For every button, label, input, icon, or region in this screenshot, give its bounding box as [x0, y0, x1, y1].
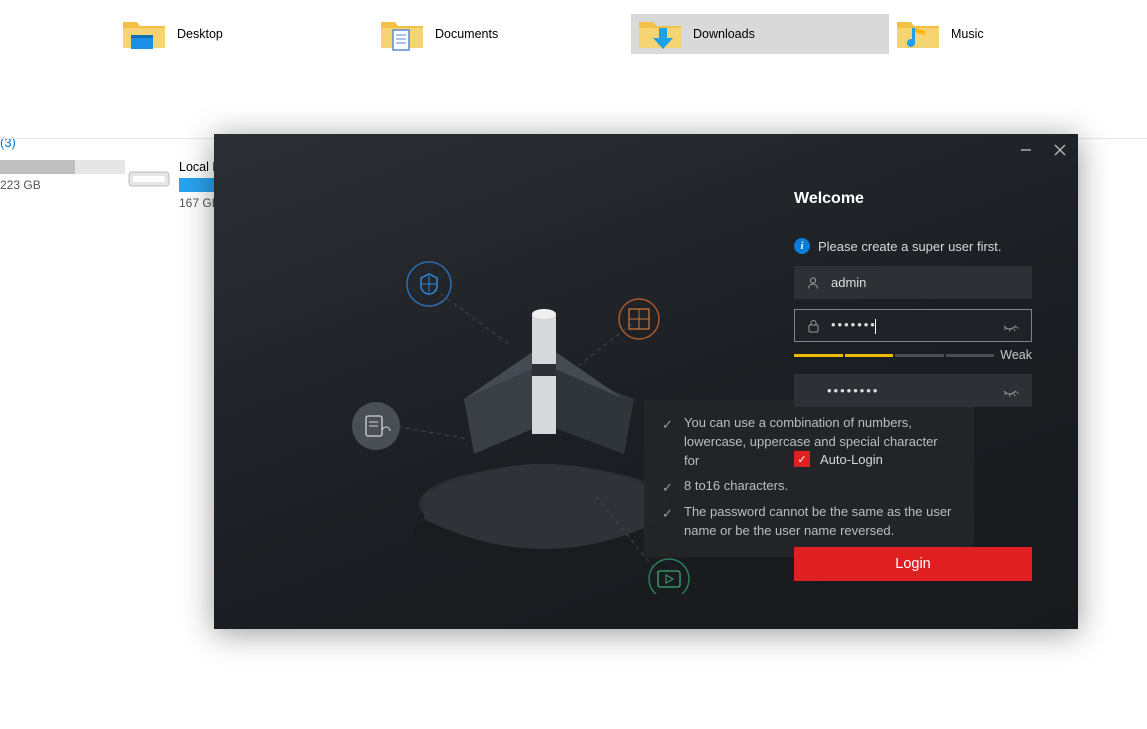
password-field[interactable]: •••••••	[794, 309, 1032, 342]
username-field[interactable]	[794, 266, 1032, 299]
show-password-icon[interactable]	[1003, 385, 1021, 397]
folder-icon	[379, 16, 425, 52]
quick-access-folders: Desktop Documents Downloads Music	[0, 0, 1147, 74]
confirm-password-input[interactable]	[827, 383, 1003, 398]
folder-music[interactable]: Music	[889, 14, 1147, 54]
info-icon: i	[794, 238, 810, 254]
tip-text: 8 to16 characters.	[684, 477, 788, 498]
show-password-icon[interactable]	[1003, 320, 1021, 332]
lock-icon	[805, 319, 821, 333]
close-button[interactable]	[1050, 140, 1070, 160]
folder-downloads[interactable]: Downloads	[631, 14, 889, 54]
username-input[interactable]	[831, 275, 1021, 290]
strength-bar	[794, 354, 994, 357]
user-icon	[805, 276, 821, 290]
drive-a[interactable]: 223 GB	[0, 160, 125, 210]
info-message: i Please create a super user first.	[794, 238, 1036, 254]
folder-label: Desktop	[177, 27, 223, 41]
password-input[interactable]: •••••••	[831, 317, 1003, 333]
drive-usage-bar	[0, 160, 125, 174]
check-icon: ✓	[662, 503, 684, 541]
login-form: Welcome i Please create a super user fir…	[794, 190, 1036, 581]
password-strength: Weak	[794, 348, 1032, 362]
auto-login-checkbox[interactable]: ✓ Auto-Login	[794, 451, 1036, 467]
drive-free-text: 223 GB	[0, 178, 125, 192]
check-icon: ✓	[662, 477, 684, 498]
folder-icon	[121, 16, 167, 52]
hdd-icon	[125, 162, 173, 192]
folder-icon	[895, 16, 941, 52]
folder-label: Downloads	[693, 27, 755, 41]
folder-icon	[637, 16, 683, 52]
minimize-button[interactable]	[1016, 140, 1036, 160]
drives-row: 223 GB Local D 167 GB	[0, 160, 229, 210]
folder-documents[interactable]: Documents	[373, 14, 631, 54]
dialog-title: Welcome	[794, 190, 1036, 208]
folder-desktop[interactable]: Desktop	[115, 14, 373, 54]
info-text: Please create a super user first.	[818, 239, 1002, 254]
checkbox-checked-icon: ✓	[794, 451, 810, 467]
auto-login-label: Auto-Login	[820, 452, 883, 467]
folder-label: Music	[951, 27, 984, 41]
confirm-password-field[interactable]	[794, 374, 1032, 407]
strength-label: Weak	[1000, 348, 1032, 362]
check-icon: ✓	[662, 414, 684, 471]
folder-label: Documents	[435, 27, 498, 41]
login-dialog: ✓You can use a combination of numbers, l…	[214, 134, 1078, 629]
login-button[interactable]: Login	[794, 547, 1032, 581]
